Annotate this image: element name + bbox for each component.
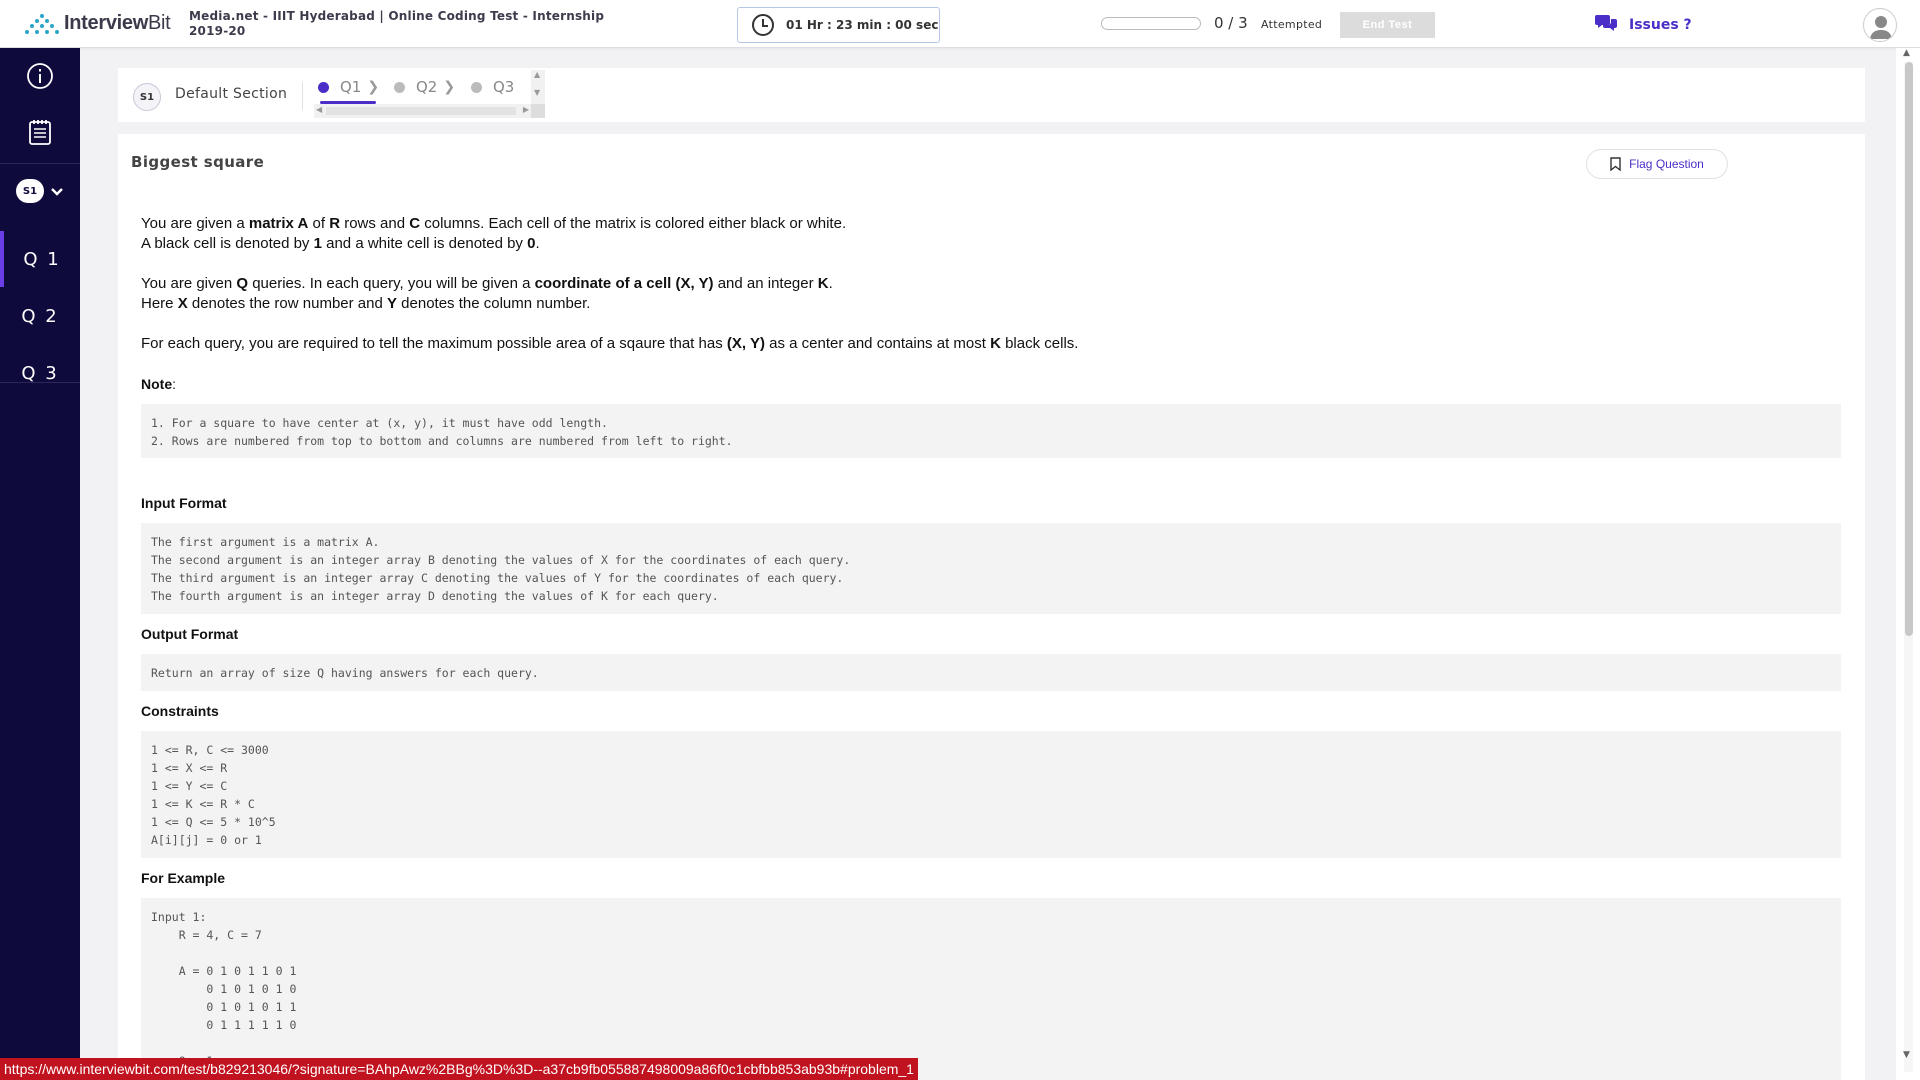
chevron-right-icon: ❯ — [367, 79, 380, 95]
tab-label: Q2 — [416, 78, 438, 96]
constraints-heading: Constraints — [141, 703, 219, 719]
input-format-heading: Input Format — [141, 495, 227, 511]
statement-paragraph: For each query, you are required to tell… — [141, 335, 1079, 352]
note-block: 1. For a square to have center at (x, y)… — [141, 404, 1841, 458]
test-title-line1: Media.net - IIIT Hyderabad | Online Codi… — [189, 9, 605, 23]
sidebar-item-q3[interactable]: Q 3 — [0, 345, 80, 401]
page-scrollbar[interactable]: ▲ ▼ — [1896, 48, 1920, 1080]
scroll-down-icon[interactable]: ▼ — [1903, 1050, 1910, 1060]
tab-label: Q1 — [340, 78, 362, 96]
input-format-block: The first argument is a matrix A. The se… — [141, 523, 1841, 614]
user-avatar[interactable] — [1863, 8, 1897, 42]
info-button[interactable] — [0, 48, 80, 104]
chat-bubbles-icon — [1595, 14, 1617, 36]
scrollbar-corner — [531, 104, 545, 118]
logo-mark-icon — [24, 13, 60, 35]
flag-question-button[interactable]: Flag Question — [1586, 149, 1728, 179]
timer-text: 01 Hr : 23 min : 00 sec — [786, 18, 939, 32]
statement-paragraph: You are given Q queries. In each query, … — [141, 275, 833, 292]
section-name[interactable]: Default Section — [175, 86, 287, 102]
tab-q2[interactable]: Q2 ❯ — [394, 78, 455, 96]
end-test-button[interactable]: End Test — [1340, 12, 1435, 38]
problem-panel: Biggest square Flag Question You are giv… — [118, 134, 1865, 1080]
sidebar-item-q1[interactable]: Q 1 — [0, 231, 80, 287]
scrollbar-track[interactable] — [1904, 62, 1913, 1072]
chevron-down-icon — [50, 182, 64, 201]
section-toggle[interactable]: S1 — [16, 179, 64, 203]
attempt-progress-bar — [1101, 17, 1201, 30]
bookmark-icon — [1610, 157, 1621, 171]
constraints-block: 1 <= R, C <= 3000 1 <= X <= R 1 <= Y <= … — [141, 731, 1841, 858]
issues-label: Issues ? — [1629, 17, 1692, 33]
instructions-button[interactable] — [0, 104, 80, 160]
logo-text: InterviewBit — [64, 12, 171, 34]
left-sidebar: S1 Q 1 Q 2 Q 3 — [0, 48, 80, 1080]
statement-paragraph: A black cell is denoted by 1 and a white… — [141, 235, 540, 252]
scroll-down-icon[interactable]: ▼ — [534, 88, 540, 97]
example-block: Input 1: R = 4, C = 7 A = 0 1 0 1 1 0 1 … — [141, 898, 1841, 1080]
sidebar-divider — [0, 382, 80, 383]
statement-paragraph: You are given a matrix A of R rows and C… — [141, 215, 847, 232]
problem-statement: You are given a matrix A of R rows and C… — [141, 214, 1841, 1080]
tab-q1[interactable]: Q1 ❯ — [318, 78, 379, 96]
status-bar-url: https://www.interviewbit.com/test/b82921… — [0, 1058, 918, 1080]
question-title: Biggest square — [131, 153, 265, 171]
output-format-heading: Output Format — [141, 626, 239, 642]
sidebar-divider — [0, 163, 80, 164]
section-badge: S1 — [16, 179, 44, 203]
attempt-count: 0 / 3 — [1214, 14, 1248, 32]
scroll-up-icon[interactable]: ▲ — [534, 70, 540, 79]
tabs-vertical-scrollbar[interactable]: ▲ ▼ — [531, 70, 545, 118]
example-heading: For Example — [141, 870, 226, 886]
chevron-right-icon: ❯ — [443, 79, 456, 95]
section-badge: S1 — [133, 83, 161, 111]
scrollbar-thumb[interactable] — [1905, 62, 1913, 636]
issues-link[interactable]: Issues ? — [1595, 14, 1692, 36]
top-bar: InterviewBit Media.net - IIIT Hyderabad … — [0, 0, 1920, 48]
test-title: Media.net - IIIT Hyderabad | Online Codi… — [189, 9, 609, 39]
test-title-line2: 2019-20 — [189, 24, 246, 38]
countdown-timer: 01 Hr : 23 min : 00 sec — [737, 7, 940, 43]
section-separator — [302, 82, 303, 110]
scroll-thumb[interactable] — [326, 107, 516, 115]
section-bar: S1 Default Section Q1 ❯ Q2 ❯ Q3 ◀ ▶ ▲ ▼ — [118, 68, 1865, 122]
info-icon — [27, 63, 53, 89]
flag-question-label: Flag Question — [1629, 157, 1704, 171]
tab-status-dot — [318, 81, 329, 93]
scroll-right-icon[interactable]: ▶ — [523, 105, 529, 114]
statement-paragraph: Here X denotes the row number and Y deno… — [141, 295, 591, 312]
tab-label: Q3 — [493, 78, 515, 96]
attempt-label: Attempted — [1261, 18, 1323, 31]
clock-icon — [752, 14, 774, 36]
tab-q3[interactable]: Q3 — [471, 78, 514, 96]
note-heading: Note: — [141, 376, 177, 392]
tab-status-dot — [394, 81, 405, 93]
interviewbit-logo[interactable]: InterviewBit — [24, 12, 171, 35]
sidebar-item-q2[interactable]: Q 2 — [0, 288, 80, 344]
scroll-left-icon[interactable]: ◀ — [316, 105, 322, 114]
scroll-up-icon[interactable]: ▲ — [1903, 48, 1910, 58]
output-format-block: Return an array of size Q having answers… — [141, 654, 1841, 691]
user-icon — [1870, 16, 1892, 39]
notepad-icon — [29, 120, 51, 145]
tabs-horizontal-scrollbar[interactable]: ◀ ▶ — [314, 104, 531, 118]
tab-status-dot — [471, 81, 482, 93]
